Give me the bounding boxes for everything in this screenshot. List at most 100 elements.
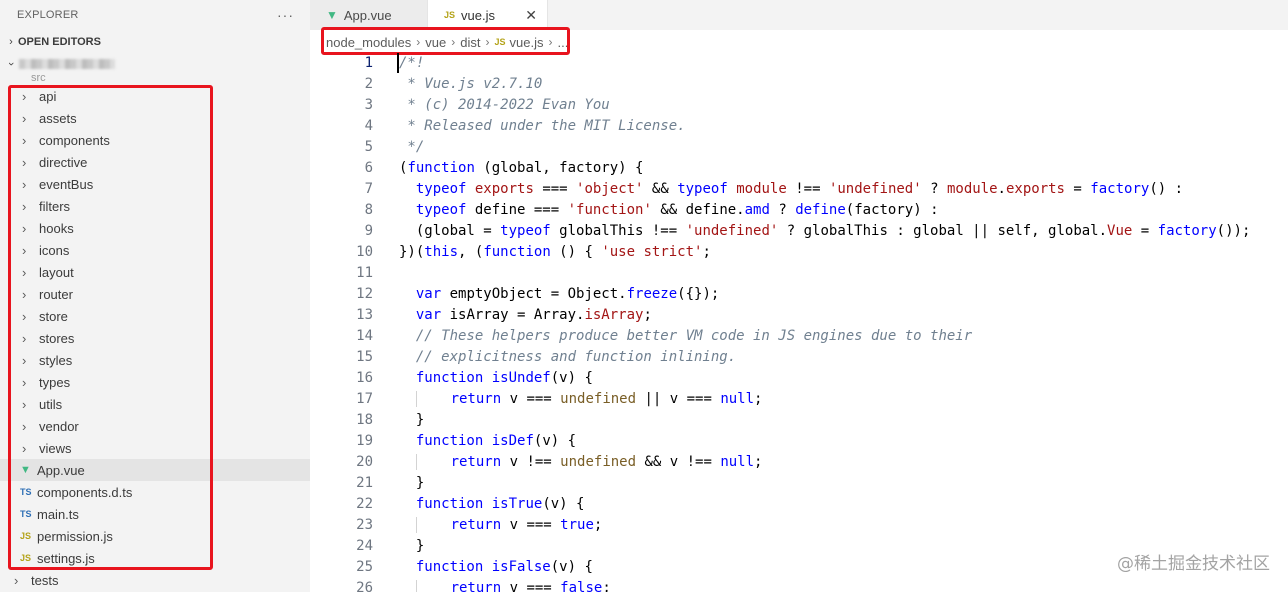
ts-icon: TS [20,509,32,519]
code-token: && define. [651,201,745,218]
tree-folder-layout[interactable]: › layout [0,261,310,283]
chevron-right-icon: › [416,35,421,49]
breadcrumb-file[interactable]: vue.js [510,35,544,50]
line-content: var isArray = Array.isArray; [373,307,652,323]
line-number: 2 [364,75,373,92]
code-token: () : [1149,180,1184,197]
code-token: 'undefined' [685,222,779,239]
code-line: 23 return v === true; [310,514,1288,535]
code-token: && [643,180,678,197]
code-token: // explicitness and function inlining. [399,348,737,365]
breadcrumb-node-modules[interactable]: node_modules [326,35,411,50]
tree-folder-directive[interactable]: › directive [0,151,310,173]
code-token: Vue [1107,222,1133,239]
tree-file-app-vue[interactable]: ▼ App.vue [0,459,310,481]
tree-folder-router[interactable]: › router [0,283,310,305]
tree-item-label: stores [39,330,75,346]
tree-folder-store[interactable]: › store [0,305,310,327]
tree-folder-hooks[interactable]: › hooks [0,217,310,239]
code-token: } [399,474,425,491]
tree-folder-components[interactable]: › components [0,129,310,151]
code-token: exports [474,180,534,197]
tree-item-tests[interactable]: › tests [0,569,310,591]
chevron-right-icon: › [22,308,27,324]
line-content: typeof exports === 'object' && typeof mo… [373,181,1183,197]
line-content: * (c) 2014-2022 Evan You [373,97,609,113]
chevron-right-icon: › [22,330,27,346]
open-editors-label: OPEN EDITORS [18,36,101,48]
tree-folder-stores[interactable]: › stores [0,327,310,349]
code-token: (global = [399,222,501,239]
tree-folder-eventbus[interactable]: › eventBus [0,173,310,195]
tree-folder-vendor[interactable]: › vendor [0,415,310,437]
code-token: */ [399,138,425,155]
js-file-icon: JS [494,37,506,47]
tree-item-label: components.d.ts [37,484,133,500]
code-token: function [415,369,484,386]
code-token: typeof [415,180,467,197]
tree-item-label: settings.js [37,550,95,566]
code-token: isUndef [491,369,551,386]
line-number: 8 [364,201,373,218]
code-token: function [407,159,475,176]
tree-folder-icons[interactable]: › icons [0,239,310,261]
code-token: ? [921,180,947,197]
src-folder-label[interactable]: src [0,75,310,85]
tree-file-settings-js[interactable]: JS settings.js [0,547,310,569]
tree-file-permission-js[interactable]: JS permission.js [0,525,310,547]
code-token: * Vue.js v2.7.10 [399,75,543,92]
tab-app-vue[interactable]: ▼ App.vue [310,0,428,30]
tree-folder-views[interactable]: › views [0,437,310,459]
code-token: function [415,432,484,449]
chevron-right-icon: › [22,220,27,236]
tab-vue-js[interactable]: JS vue.js ✕ [428,0,548,30]
tree-folder-api[interactable]: › api [0,85,310,107]
code-token: 'undefined' [828,180,922,197]
code-token [399,516,417,533]
tab-label: vue.js [461,7,495,23]
code-token: = [1065,180,1091,197]
code-token: true [560,516,594,533]
line-content: return v !== undefined && v !== null; [373,453,762,470]
chevron-right-icon: › [22,264,27,280]
chevron-right-icon: › [14,572,19,588]
code-token: exports [1005,180,1065,197]
tree-folder-styles[interactable]: › styles [0,349,310,371]
code-editor[interactable]: 1/*! 2 * Vue.js v2.7.10 3 * (c) 2014-2022 … [310,52,1288,592]
line-number: 18 [356,411,373,428]
tree-folder-types[interactable]: › types [0,371,310,393]
vue-icon: ▼ [20,464,31,476]
folder-list: › api › assets › components › directive › eventBu… [0,85,310,459]
project-folder[interactable]: › [0,53,310,75]
open-editors-section[interactable]: › OPEN EDITORS [0,31,310,53]
code-token: var [415,306,442,323]
tree-file-components-d-ts[interactable]: TS components.d.ts [0,481,310,503]
tree-folder-filters[interactable]: › filters [0,195,310,217]
chevron-right-icon: › [22,352,27,368]
code-token: 'use strict' [601,243,703,260]
line-content: // These helpers produce better VM code … [373,328,972,344]
tree-file-main-ts[interactable]: TS main.ts [0,503,310,525]
line-number: 9 [364,222,373,239]
tree-folder-utils[interactable]: › utils [0,393,310,415]
code-token: amd [744,201,770,218]
tree-folder-assets[interactable]: › assets [0,107,310,129]
more-actions-icon[interactable]: ··· [277,7,294,23]
line-number: 10 [356,243,373,260]
close-icon[interactable]: ✕ [525,7,537,24]
code-token: this [424,243,459,260]
tree-item-label: filters [39,198,71,214]
code-line: 10})(this, (function () { 'use strict'; [310,241,1288,262]
breadcrumb-dist[interactable]: dist [460,35,480,50]
js-file-icon: JS [444,10,456,20]
breadcrumb-vue[interactable]: vue [425,35,446,50]
code-token: || v === [636,390,721,407]
code-token: function [415,495,484,512]
code-line: 19 function isDef(v) { [310,430,1288,451]
code-token: return [450,516,502,533]
tree-item-label: eventBus [39,176,94,192]
tree-item-label: store [39,308,68,324]
breadcrumb-ellipsis[interactable]: ... [557,35,568,50]
